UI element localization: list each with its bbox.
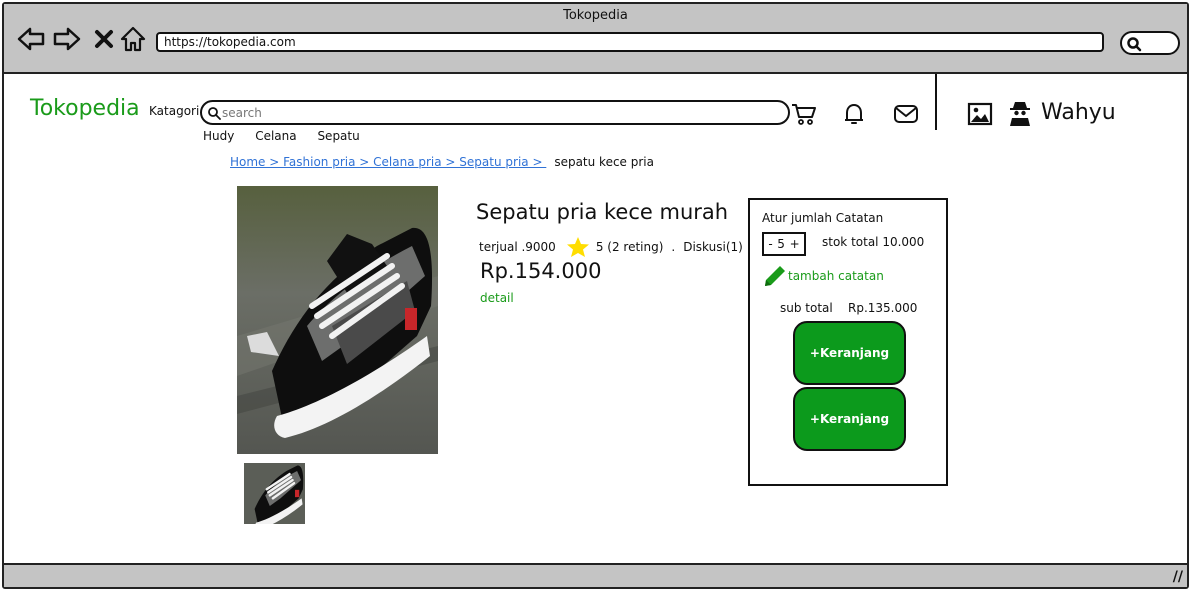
quick-link-sepatu[interactable]: Sepatu [317, 129, 359, 143]
order-panel: Atur jumlah Catatan - 5 + stok total 10.… [748, 198, 948, 486]
sold-count: terjual .9000 [479, 240, 556, 254]
add-note-link[interactable]: tambah catatan [762, 263, 884, 289]
breadcrumb: Home > Fashion pria > Celana pria > Sepa… [230, 155, 654, 169]
product-price: Rp.154.000 [480, 259, 602, 283]
username[interactable]: Wahyu [1041, 100, 1116, 125]
home-icon[interactable] [118, 24, 148, 54]
stock-total: stok total 10.000 [822, 235, 925, 249]
forward-icon[interactable] [52, 24, 82, 54]
bell-icon[interactable] [840, 100, 868, 128]
rating-text[interactable]: 5 (2 reting) [596, 240, 664, 254]
order-panel-title: Atur jumlah Catatan [762, 211, 884, 225]
add-to-cart-button[interactable]: +Keranjang [793, 321, 906, 385]
breadcrumb-current: sepatu kece pria [554, 155, 654, 169]
subtotal: sub total Rp.135.000 [780, 301, 918, 315]
product-meta: terjual .9000 5 (2 reting) . Diskusi(1) [479, 236, 743, 258]
pencil-icon [765, 266, 785, 286]
quantity-value[interactable]: 5 [777, 237, 785, 251]
product-main-image[interactable] [237, 186, 438, 454]
browser-window: Tokopedia https://tokopedia.com // [2, 2, 1189, 589]
product-thumbnail[interactable] [244, 463, 305, 524]
close-icon[interactable] [89, 24, 119, 54]
breadcrumb-links[interactable]: Home > Fashion pria > Celana pria > Sepa… [230, 155, 546, 169]
back-icon[interactable] [16, 24, 46, 54]
resize-grip-icon[interactable]: // [1173, 569, 1183, 585]
header-divider [935, 74, 937, 130]
user-icon[interactable] [1006, 100, 1034, 128]
image-icon[interactable] [966, 100, 994, 128]
detail-link[interactable]: detail [480, 291, 514, 305]
star-icon [566, 237, 589, 257]
search-icon [1127, 37, 1142, 52]
increment-button[interactable]: + [790, 237, 800, 251]
decrement-button[interactable]: - [768, 237, 772, 251]
site-search-box[interactable] [200, 100, 790, 125]
search-input[interactable] [222, 104, 762, 121]
quick-links: Hudy Celana Sepatu [203, 129, 377, 143]
discussion-link[interactable]: Diskusi(1) [683, 240, 743, 254]
status-bar: // [4, 563, 1187, 587]
browser-search-pill[interactable] [1120, 31, 1180, 55]
meta-separator: . [671, 240, 676, 254]
cart-icon[interactable] [790, 100, 818, 128]
quick-link-hudy[interactable]: Hudy [203, 129, 234, 143]
add-note-label[interactable]: tambah catatan [788, 269, 884, 283]
address-bar[interactable]: https://tokopedia.com [156, 32, 1104, 52]
site-logo[interactable]: Tokopedia [30, 96, 140, 121]
browser-toolbar: Tokopedia https://tokopedia.com [4, 4, 1187, 74]
quick-link-celana[interactable]: Celana [255, 129, 296, 143]
mail-icon[interactable] [892, 100, 920, 128]
window-title: Tokopedia [563, 8, 628, 23]
search-icon [208, 107, 221, 120]
category-menu[interactable]: Katagori [149, 104, 199, 118]
product-title: Sepatu pria kece murah [476, 200, 729, 224]
add-to-cart-button-secondary[interactable]: +Keranjang [793, 387, 906, 451]
quantity-stepper[interactable]: - 5 + [762, 232, 806, 256]
